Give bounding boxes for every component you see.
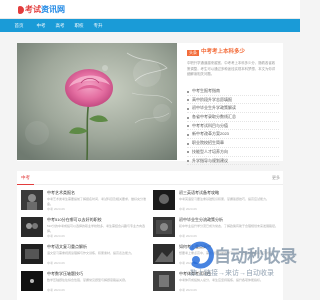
article-summary: 510分的中考成绩可以选择的职业学校较多，考生需结合兴趣与专业方向选择。 — [47, 224, 146, 233]
article-summary: 初中毕业后升学分流已成为常态，了解政策有助于合理规划未来发展路径。 — [179, 224, 279, 228]
article-summary: 数学压轴题往往综合性强，掌握常见题型与解题思路是关键。 — [47, 278, 129, 282]
article-item[interactable]: 初三英语考试备考攻略 中考英语复习要注重基础知识积累，掌握答题技巧，提高应试能力… — [153, 190, 279, 214]
nav-item-gaokao[interactable]: 高考 — [53, 19, 67, 32]
article-item[interactable]: 中考数学压轴题技巧 数学压轴题往往综合性强，掌握常见题型与解题思路是关键。 中考… — [21, 271, 147, 295]
article-thumbnail — [21, 244, 43, 264]
list-item[interactable]: 高中阶段升学志愿填报 — [187, 96, 279, 105]
article-meta: 中考 2023-06 — [47, 261, 65, 265]
article-title: 中考510分在哪可以去好的职校 — [47, 217, 102, 222]
article-title: 中考艺术类报名 — [47, 190, 75, 195]
article-thumbnail — [153, 244, 175, 264]
featured-section: 头条 中考考上本科多少 中职升学通道越来越宽，中考考上本科多少分，随着各省政策调… — [17, 43, 283, 166]
bullet-icon — [187, 107, 189, 110]
watermark-title: 自动秒收录 — [214, 247, 297, 266]
list-item[interactable]: 职业院校招生简章 — [187, 139, 279, 148]
featured-heading[interactable]: 头条 中考考上本科多少 — [187, 48, 245, 57]
bullet-icon — [187, 99, 189, 102]
article-title: 中考语文复习重点解析 — [47, 244, 87, 249]
watermark-subtitle: 数上链接→来访→自动收录 — [190, 270, 274, 277]
logo-text-part2: 资讯网 — [41, 5, 65, 14]
bullet-icon — [187, 125, 189, 128]
list-item[interactable]: 各省中考录取分数线汇总 — [187, 113, 279, 122]
bullet-icon — [187, 142, 189, 145]
article-title: 初三英语考试备考攻略 — [179, 190, 219, 195]
headline-badge: 头条 — [187, 49, 199, 56]
section-tabs: 中考 更多 — [17, 171, 283, 185]
page: 考试资讯网 首页 中考 高考 职校 专升 头条 中考考上本科多少 中职升学通道越… — [0, 0, 300, 300]
article-thumbnail — [153, 217, 175, 237]
bullet-icon — [187, 116, 189, 119]
article-meta: 中考 2023-06 — [179, 207, 197, 211]
logo-text-part1: 考试 — [25, 5, 41, 14]
article-thumbnail — [153, 190, 175, 210]
list-item[interactable]: 技能型人才培养方向 — [187, 148, 279, 157]
nav-item-zhixiao[interactable]: 职校 — [72, 19, 86, 32]
main-nav: 首页 中考 高考 职校 专升 — [0, 19, 300, 32]
list-item[interactable]: 初中毕业生升学政策解读 — [187, 104, 279, 114]
article-title: 中考数学压轴题技巧 — [47, 271, 83, 276]
rose-photo — [17, 43, 177, 160]
more-link[interactable]: 更多 — [272, 171, 280, 185]
bullet-icon — [187, 133, 189, 136]
article-meta: 中考 2023-06 — [47, 234, 65, 238]
nav-item-zhuansheng[interactable]: 专升 — [91, 19, 105, 32]
article-summary: 语文复习需重视阅读理解与作文训练，积累素材，提高表达能力。 — [47, 251, 135, 255]
article-title: 初中毕业生分流政策分析 — [179, 217, 223, 222]
article-thumbnail — [153, 271, 175, 291]
bullet-icon — [187, 90, 189, 93]
featured-image[interactable] — [17, 43, 177, 160]
featured-list: 中考生报考指南 高中阶段升学志愿填报 初中毕业生升学政策解读 各省中考录取分数线… — [187, 87, 279, 166]
featured-description: 中职升学通道越来越宽，中考考上本科多少分，随着各省政策调整，考生可以通过多种途径… — [187, 61, 276, 76]
article-item[interactable]: 中考艺术类报名 中考艺术类考生需要提前了解报名时间、考试科目及相关要求，做好充分… — [21, 190, 147, 214]
article-summary: 中考艺术类考生需要提前了解报名时间、考试科目及相关要求，做好充分准备。 — [47, 197, 147, 206]
site-logo[interactable]: 考试资讯网 — [18, 4, 65, 16]
article-thumbnail — [21, 190, 43, 210]
article-meta: 中考 2023-06 — [179, 288, 197, 292]
bullet-icon — [187, 151, 189, 154]
top-header: 考试资讯网 — [0, 0, 300, 19]
logo-icon — [18, 6, 24, 14]
article-item[interactable]: 中考510分在哪可以去好的职校 510分的中考成绩可以选择的职业学校较多，考生需… — [21, 217, 147, 241]
watermark: 自动秒收录 数上链接→来访→自动收录 — [188, 238, 297, 288]
list-item[interactable]: 中考考试科目与分值 — [187, 122, 279, 131]
list-item[interactable]: 新中考改革方案2023 — [187, 130, 279, 140]
article-thumbnail — [21, 217, 43, 237]
featured-title: 中考考上本科多少 — [201, 49, 246, 55]
bullet-icon — [187, 160, 189, 162]
list-item[interactable]: 升学指导与规划建议 — [187, 157, 279, 166]
list-item[interactable]: 中考生报考指南 — [187, 87, 279, 96]
tab-zhongkao[interactable]: 中考 — [17, 171, 34, 185]
article-summary: 中考英语复习要注重基础知识积累，掌握答题技巧，提高应试能力。 — [179, 197, 270, 201]
article-meta: 中考 2023-06 — [47, 288, 65, 292]
nav-item-zhongkao[interactable]: 中考 — [34, 19, 48, 32]
article-item[interactable]: 中考语文复习重点解析 语文复习需重视阅读理解与作文训练，积累素材，提高表达能力。… — [21, 244, 147, 268]
article-meta: 中考 2023-06 — [47, 207, 65, 211]
nav-item-home[interactable]: 首页 — [12, 19, 26, 32]
featured-sidebar: 头条 中考考上本科多少 中职升学通道越来越宽，中考考上本科多少分，随着各省政策调… — [181, 43, 283, 166]
article-thumbnail — [21, 271, 43, 291]
